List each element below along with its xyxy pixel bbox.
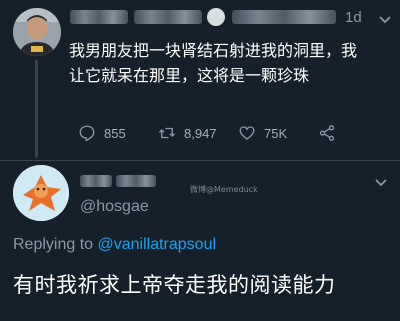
- blurred-handle: [232, 10, 336, 24]
- chevron-down-icon[interactable]: [374, 175, 388, 189]
- heart-icon: [239, 126, 255, 140]
- tweet-time[interactable]: 1d: [345, 9, 362, 26]
- reply-count: 855: [104, 125, 126, 141]
- user-handle[interactable]: @hosgae: [80, 198, 149, 216]
- blurred-username: [134, 10, 202, 24]
- avatar[interactable]: [13, 8, 61, 56]
- tweet-text: 我男朋友把一块肾结石射进我的洞里，我 让它就呆在那里，这将是一颗珍珠: [69, 38, 389, 88]
- share-button[interactable]: [318, 124, 336, 142]
- like-count: 75K: [264, 125, 288, 141]
- retweet-icon: [159, 127, 175, 139]
- watermark: 微博@Memeduck: [190, 185, 258, 194]
- blurred-display-name: [80, 175, 112, 187]
- tweet-text-line-2: 让它就呆在那里，这将是一颗珍珠: [69, 66, 310, 85]
- like-button[interactable]: 75K: [238, 124, 287, 142]
- parent-tweet[interactable]: 1d 我男朋友把一块肾结石射进我的洞里，我 让它就呆在那里，这将是一颗珍珠 85…: [0, 0, 400, 160]
- avatar[interactable]: [13, 165, 69, 221]
- reply-tweet[interactable]: 微博@Memeduck @hosgae Replying to @vanilla…: [0, 161, 400, 321]
- reply-button[interactable]: 855: [78, 124, 126, 142]
- reply-icon: [79, 125, 95, 142]
- replying-to-label: Replying to: [13, 236, 98, 253]
- thread-line: [35, 60, 38, 158]
- tweet-text-line-1: 我男朋友把一块肾结石射进我的洞里，我: [69, 41, 358, 60]
- person-avatar-image: [13, 8, 61, 56]
- retweet-button[interactable]: 8,947: [158, 124, 217, 142]
- tweet-actions: 855 8,947 75K: [78, 124, 378, 144]
- tweet-text: 有时我祈求上帝夺走我的阅读能力: [13, 273, 336, 297]
- chevron-down-icon[interactable]: [378, 12, 392, 26]
- share-icon: [319, 125, 335, 141]
- blurred-display-name-part: [116, 175, 156, 187]
- replying-to-line: Replying to @vanillatrapsoul: [13, 236, 216, 254]
- blurred-dot: [207, 8, 225, 26]
- retweet-count: 8,947: [184, 125, 217, 141]
- blurred-display-name: [70, 10, 128, 24]
- cartoon-bear-avatar-image: [13, 165, 69, 221]
- replying-to-mention[interactable]: @vanillatrapsoul: [98, 236, 217, 253]
